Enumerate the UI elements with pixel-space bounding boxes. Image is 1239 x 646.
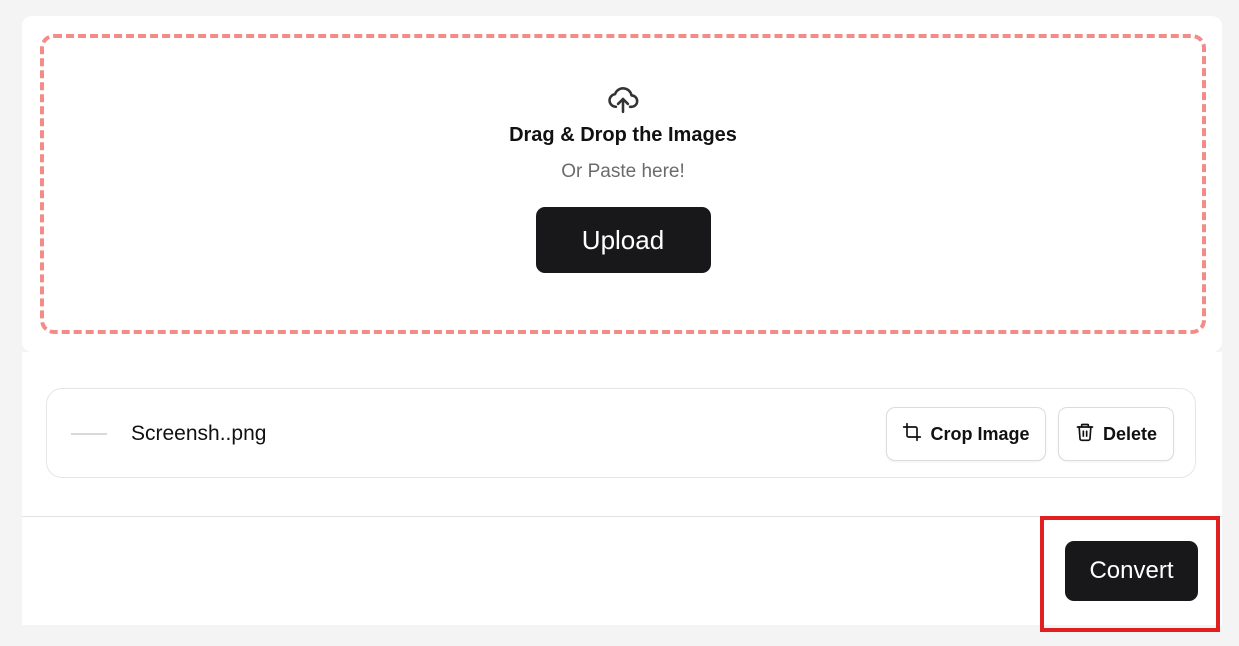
file-name: Screensh..png	[131, 422, 267, 445]
crop-image-button[interactable]: Crop Image	[886, 407, 1046, 461]
convert-button[interactable]: Convert	[1065, 541, 1198, 601]
trash-icon	[1075, 422, 1095, 447]
footer-divider	[22, 516, 1222, 517]
crop-image-label: Crop Image	[930, 423, 1030, 444]
dropzone-subtitle: Or Paste here!	[561, 161, 685, 182]
cloud-upload-icon	[606, 82, 640, 116]
dropzone-title: Drag & Drop the Images	[509, 124, 737, 146]
image-dropzone[interactable]: Drag & Drop the Images Or Paste here! Up…	[40, 34, 1206, 334]
file-row: Screensh..png Crop Image Delete	[46, 388, 1196, 478]
delete-button[interactable]: Delete	[1058, 407, 1174, 461]
file-list-panel: Screensh..png Crop Image Delete Convert	[22, 352, 1222, 625]
file-thumbnail	[71, 433, 107, 435]
upload-card: Drag & Drop the Images Or Paste here! Up…	[22, 16, 1222, 352]
crop-icon	[902, 422, 922, 447]
delete-label: Delete	[1102, 423, 1158, 444]
upload-button[interactable]: Upload	[535, 207, 711, 273]
